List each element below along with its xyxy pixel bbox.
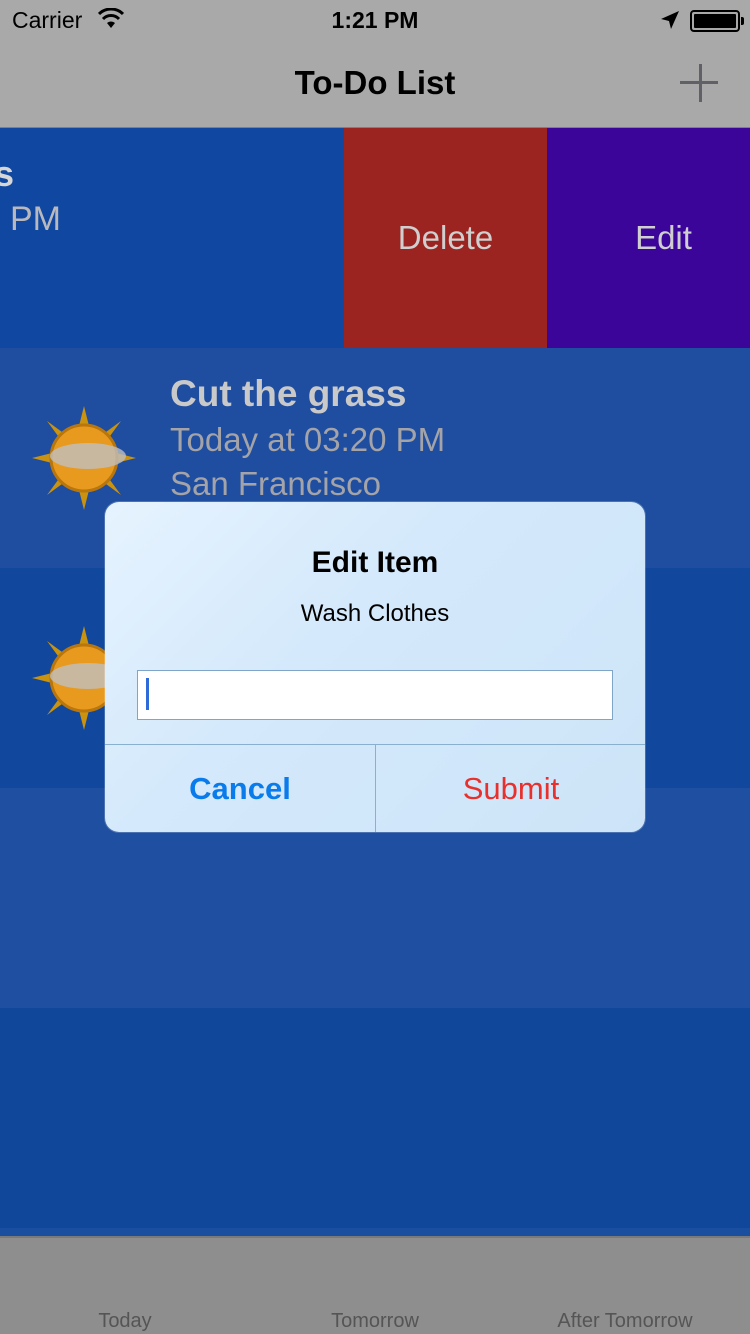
dialog-title: Edit Item [311, 546, 439, 579]
item-location: . [0, 276, 2, 310]
dialog-message: Wash Clothes [300, 600, 450, 627]
item-title: Cut the grass [170, 373, 407, 414]
navigation-bar: To-Do List [0, 40, 750, 128]
item-location: San Francisco [170, 465, 381, 502]
battery-nub [741, 17, 744, 25]
item-time: Today at 03:20 PM [170, 421, 446, 458]
page-title: To-Do List [294, 64, 456, 101]
edit-item-input[interactable] [137, 670, 613, 720]
edit-button[interactable]: Edit [547, 128, 750, 348]
tab-tomorrow[interactable]: Tomorrow [250, 1310, 500, 1333]
status-bar: Carrier 1:21 PM [0, 0, 750, 40]
submit-button[interactable]: Submit [376, 745, 645, 832]
add-item-button[interactable] [676, 60, 724, 108]
tab-today[interactable]: Today [0, 1310, 250, 1333]
list-item-swiped[interactable]: s PM . Delete Edit [0, 128, 750, 348]
delete-button[interactable]: Delete [344, 128, 547, 348]
location-arrow-icon [661, 11, 679, 29]
edit-item-dialog: Edit Item Wash Clothes Cancel Submit [105, 502, 645, 832]
text-cursor [146, 678, 149, 710]
tab-bar: Today Tomorrow After Tomorrow [0, 1236, 750, 1334]
tab-after-tomorrow[interactable]: After Tomorrow [500, 1310, 750, 1333]
battery-fill [694, 14, 736, 28]
battery-icon [690, 10, 744, 32]
item-title: s [0, 153, 15, 194]
status-time: 1:21 PM [331, 7, 419, 33]
empty-row [0, 1008, 750, 1228]
cancel-button[interactable]: Cancel [105, 745, 375, 832]
item-time: PM [10, 200, 61, 238]
sun-cloud-icon [32, 406, 136, 510]
